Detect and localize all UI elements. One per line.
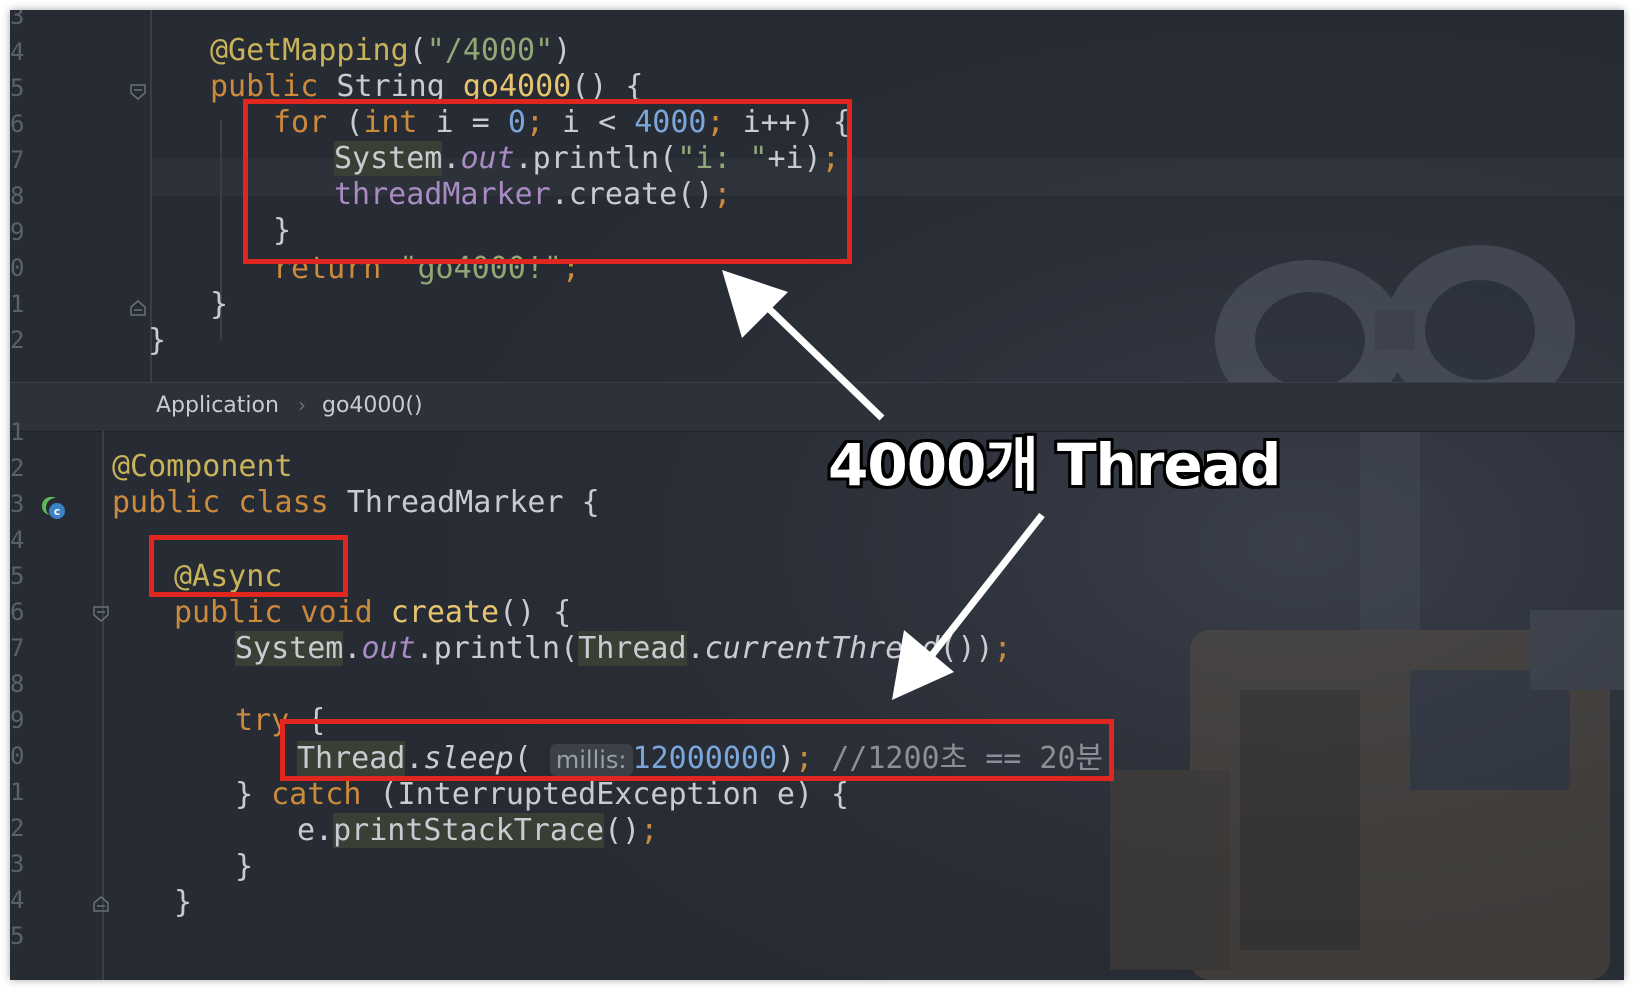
code-token: public class bbox=[112, 485, 329, 520]
line-number: 4 bbox=[10, 526, 25, 554]
line-number: 5 bbox=[10, 922, 25, 950]
code-line[interactable]: } bbox=[148, 322, 166, 360]
code-token: () { bbox=[499, 595, 572, 630]
code-token: @Component bbox=[112, 449, 293, 484]
code-token: } bbox=[174, 885, 193, 920]
code-token: . bbox=[686, 631, 705, 666]
line-number: 7 bbox=[10, 146, 25, 174]
code-token: } bbox=[210, 287, 229, 322]
code-token: .println( bbox=[415, 631, 579, 666]
line-number: 6 bbox=[10, 598, 25, 626]
line-number: 9 bbox=[10, 706, 25, 734]
line-number: 8 bbox=[10, 182, 25, 210]
code-token: ( bbox=[408, 33, 427, 68]
fold-marker-icon[interactable] bbox=[93, 896, 109, 912]
code-token: } bbox=[235, 777, 272, 812]
line-number: 5 bbox=[10, 74, 25, 102]
code-line[interactable]: @GetMapping("/4000") bbox=[210, 32, 571, 70]
breadcrumb: Application › go4000() bbox=[10, 382, 1624, 432]
overlay-title: 4000개 Thread bbox=[828, 431, 1281, 499]
code-token: ; bbox=[993, 631, 1012, 666]
code-line[interactable]: } catch (InterruptedException e) { bbox=[235, 776, 849, 814]
code-token: currentThread bbox=[704, 631, 940, 666]
line-number: 5 bbox=[10, 562, 25, 590]
code-token: Thread bbox=[578, 631, 687, 666]
code-token: catch bbox=[271, 777, 362, 812]
code-line[interactable]: @Component bbox=[112, 448, 293, 486]
line-number: 0 bbox=[10, 742, 25, 770]
line-number: 3 bbox=[10, 490, 25, 518]
highlight-box-async bbox=[149, 535, 348, 597]
code-token: create bbox=[390, 595, 500, 630]
code-token: System bbox=[235, 631, 344, 666]
editor-pane-bottom[interactable]: 1 2 3 4 5 6 7 8 9 0 1 2 3 4 5 @Component… bbox=[10, 418, 1624, 980]
code-token: () bbox=[604, 813, 641, 848]
highlight-box-for-loop bbox=[243, 99, 852, 264]
breadcrumb-item-application[interactable]: Application bbox=[156, 393, 279, 418]
code-token: ThreadMarker { bbox=[328, 485, 600, 520]
code-token: @GetMapping bbox=[210, 33, 409, 68]
code-token: out bbox=[361, 631, 416, 666]
code-token: "/4000" bbox=[426, 33, 554, 68]
code-token: printStackTrace bbox=[333, 813, 605, 848]
line-number: 1 bbox=[10, 418, 25, 446]
spring-bean-icon[interactable]: c bbox=[38, 492, 68, 522]
line-number: 3 bbox=[10, 10, 25, 30]
code-token: } bbox=[235, 849, 254, 884]
code-line[interactable]: } bbox=[174, 884, 192, 922]
line-number: 7 bbox=[10, 634, 25, 662]
line-number: 2 bbox=[10, 326, 25, 354]
code-token: ()) bbox=[939, 631, 994, 666]
code-line[interactable]: public class ThreadMarker { bbox=[112, 484, 600, 522]
code-token: ) bbox=[553, 33, 572, 68]
fold-marker-icon[interactable] bbox=[130, 84, 146, 100]
line-number: 4 bbox=[10, 886, 25, 914]
line-number: 2 bbox=[10, 814, 25, 842]
code-line[interactable]: } bbox=[235, 848, 253, 886]
line-number: 8 bbox=[10, 670, 25, 698]
code-line[interactable]: public void create() { bbox=[174, 594, 571, 632]
code-line[interactable]: e.printStackTrace(); bbox=[297, 812, 658, 850]
line-number: 1 bbox=[10, 778, 25, 806]
svg-text:c: c bbox=[54, 505, 61, 518]
line-number: 3 bbox=[10, 850, 25, 878]
code-token: . bbox=[343, 631, 362, 666]
code-token: } bbox=[148, 323, 167, 358]
breadcrumb-item-method[interactable]: go4000() bbox=[322, 393, 423, 418]
fold-marker-icon[interactable] bbox=[130, 300, 146, 316]
breadcrumb-separator: › bbox=[298, 393, 306, 417]
code-token: e. bbox=[297, 813, 334, 848]
code-token: ; bbox=[640, 813, 659, 848]
line-number: 9 bbox=[10, 218, 25, 246]
code-line[interactable]: System.out.println(Thread.currentThread(… bbox=[235, 630, 1012, 668]
line-number: 6 bbox=[10, 110, 25, 138]
line-number: 2 bbox=[10, 454, 25, 482]
line-number: 0 bbox=[10, 254, 25, 282]
highlight-box-sleep bbox=[280, 719, 1114, 781]
line-number: 4 bbox=[10, 38, 25, 66]
fold-marker-icon[interactable] bbox=[93, 606, 109, 622]
line-number: 1 bbox=[10, 290, 25, 318]
code-token: (InterruptedException e) { bbox=[361, 777, 850, 812]
code-line[interactable]: } bbox=[210, 286, 228, 324]
code-token: public void bbox=[174, 595, 373, 630]
